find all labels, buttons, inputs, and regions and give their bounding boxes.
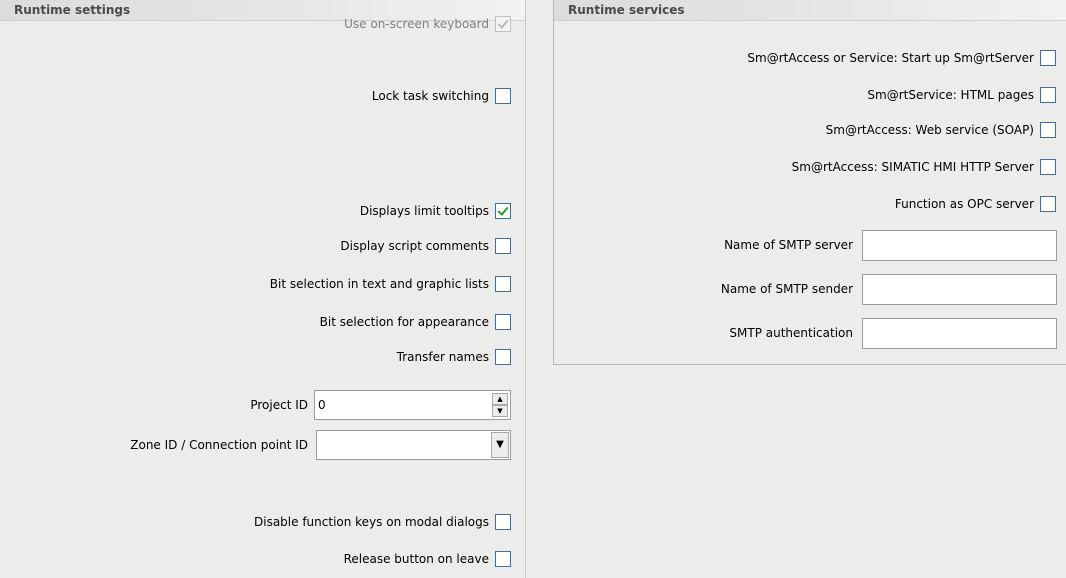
web-service-soap-label: Sm@rtAccess: Web service (SOAP) (825, 123, 1034, 137)
hmi-http-server-label: Sm@rtAccess: SIMATIC HMI HTTP Server (791, 160, 1034, 174)
lock-task-switching-checkbox[interactable] (495, 88, 511, 104)
opc-server-label: Function as OPC server (894, 197, 1034, 211)
transfer-names-checkbox[interactable] (495, 349, 511, 365)
web-service-soap-checkbox[interactable] (1040, 122, 1056, 138)
use-on-screen-keyboard-checkbox[interactable] (495, 16, 511, 32)
lock-task-switching-label: Lock task switching (371, 89, 489, 103)
use-on-screen-keyboard-label: Use on-screen keyboard (344, 17, 489, 31)
displays-limit-tooltips-label: Displays limit tooltips (359, 204, 489, 218)
spin-up-icon[interactable]: ▲ (492, 393, 508, 405)
start-smartserver-label: Sm@rtAccess or Service: Start up Sm@rtSe… (747, 51, 1034, 65)
display-script-comments-label: Display script comments (340, 239, 489, 253)
smtp-authentication-input[interactable] (862, 318, 1057, 349)
disable-function-keys-checkbox[interactable] (495, 514, 511, 530)
spin-down-icon[interactable]: ▼ (492, 405, 508, 417)
start-smartserver-row: Sm@rtAccess or Service: Start up Sm@rtSe… (747, 47, 1056, 69)
hmi-http-server-row: Sm@rtAccess: SIMATIC HMI HTTP Server (792, 156, 1056, 178)
zone-id-dropdown[interactable]: ▼ (316, 430, 511, 460)
display-script-comments-checkbox[interactable] (495, 238, 511, 254)
runtime-services-header: Runtime services (554, 0, 1066, 21)
project-id-value: 0 (318, 398, 326, 412)
web-service-soap-row: Sm@rtAccess: Web service (SOAP) (826, 119, 1056, 141)
checkmark-icon (497, 204, 509, 216)
smtp-sender-input[interactable] (862, 274, 1057, 305)
displays-limit-tooltips-checkbox[interactable] (495, 203, 511, 219)
display-script-comments-row: Display script comments (340, 235, 511, 257)
runtime-services-panel: Runtime services Sm@rtAccess or Service:… (553, 0, 1066, 365)
smtp-server-input[interactable] (862, 230, 1057, 261)
lock-task-switching-row: Lock task switching (372, 85, 511, 107)
bit-selection-appearance-checkbox[interactable] (495, 314, 511, 330)
opc-server-checkbox[interactable] (1040, 196, 1056, 212)
project-id-label: Project ID (250, 398, 308, 412)
start-smartserver-checkbox[interactable] (1040, 50, 1056, 66)
disable-function-keys-label: Disable function keys on modal dialogs (254, 515, 489, 529)
bit-selection-appearance-row: Bit selection for appearance (320, 311, 511, 333)
html-pages-row: Sm@rtService: HTML pages (867, 84, 1056, 106)
release-button-on-leave-checkbox[interactable] (495, 551, 511, 567)
hmi-http-server-checkbox[interactable] (1040, 159, 1056, 175)
bit-selection-appearance-label: Bit selection for appearance (319, 315, 489, 329)
smtp-sender-label: Name of SMTP sender (720, 282, 853, 296)
release-button-on-leave-label: Release button on leave (343, 552, 489, 566)
disable-function-keys-row: Disable function keys on modal dialogs (254, 511, 511, 533)
runtime-settings-panel: Runtime settings Use on-screen keyboard … (0, 0, 526, 578)
use-on-screen-keyboard-row: Use on-screen keyboard (344, 13, 511, 35)
release-button-on-leave-row: Release button on leave (344, 548, 511, 570)
zone-id-label: Zone ID / Connection point ID (130, 438, 308, 452)
bit-selection-text-graphic-row: Bit selection in text and graphic lists (270, 273, 511, 295)
bit-selection-text-graphic-checkbox[interactable] (495, 276, 511, 292)
transfer-names-label: Transfer names (396, 350, 489, 364)
html-pages-checkbox[interactable] (1040, 87, 1056, 103)
smtp-authentication-label: SMTP authentication (729, 326, 853, 340)
chevron-down-icon[interactable]: ▼ (491, 432, 509, 458)
transfer-names-row: Transfer names (397, 346, 511, 368)
smtp-server-label: Name of SMTP server (724, 238, 853, 252)
html-pages-label: Sm@rtService: HTML pages (867, 88, 1034, 102)
opc-server-row: Function as OPC server (895, 193, 1056, 215)
displays-limit-tooltips-row: Displays limit tooltips (360, 200, 511, 222)
project-id-spinner: ▲ ▼ (492, 393, 508, 417)
project-id-stepper[interactable]: 0 ▲ ▼ (314, 390, 511, 420)
checkmark-icon (497, 17, 509, 29)
bit-selection-text-graphic-label: Bit selection in text and graphic lists (269, 277, 489, 291)
